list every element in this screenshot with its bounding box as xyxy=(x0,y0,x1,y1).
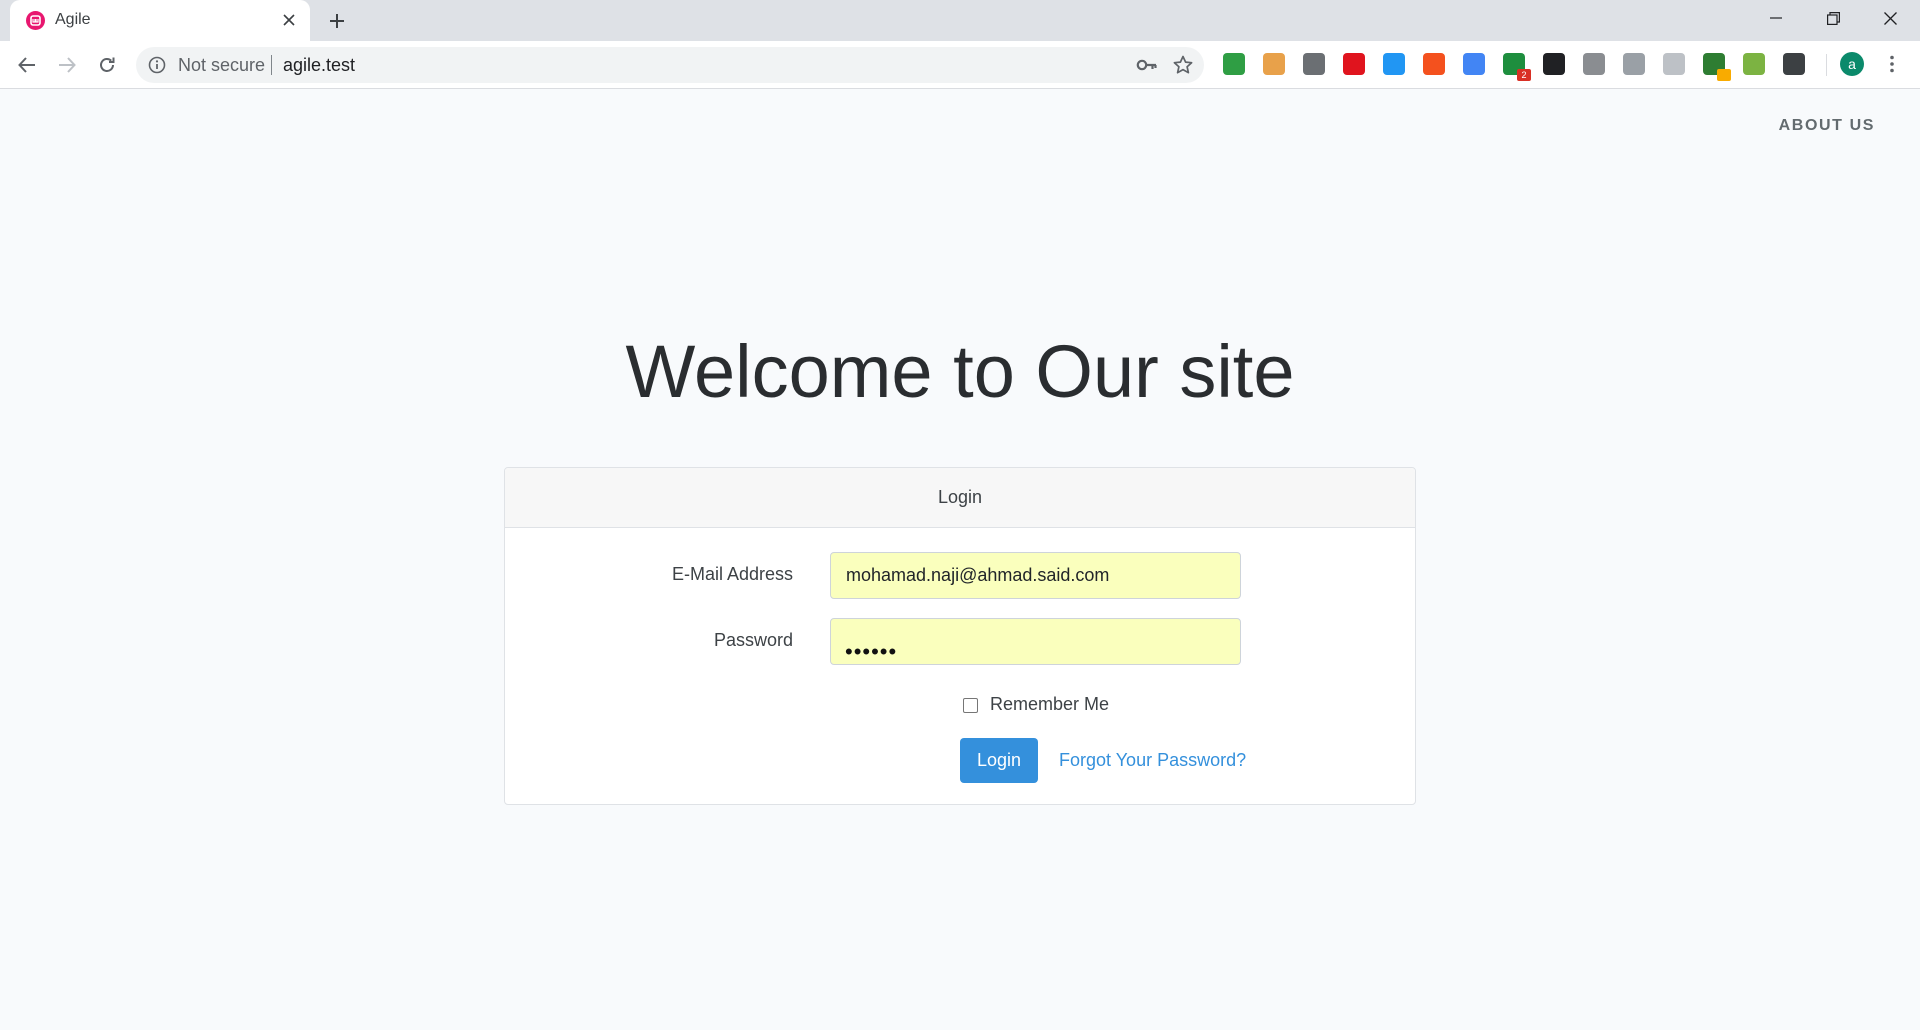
browser-tabstrip: Agile xyxy=(0,0,1920,41)
password-masked-value: •••••• xyxy=(845,639,898,664)
browser-menu-icon[interactable] xyxy=(1880,52,1904,76)
login-card-header: Login xyxy=(505,468,1415,528)
remember-me-label[interactable]: Remember Me xyxy=(990,694,1109,715)
info-icon[interactable] xyxy=(148,56,166,74)
browser-tab[interactable]: Agile xyxy=(10,0,310,41)
restore-icon[interactable] xyxy=(1805,0,1861,36)
translate-extension-icon[interactable] xyxy=(1463,53,1485,75)
site-favicon-icon xyxy=(26,11,45,30)
new-tab-icon[interactable] xyxy=(324,8,350,34)
globe-extension-icon[interactable] xyxy=(1223,53,1245,75)
about-us-link[interactable]: ABOUT US xyxy=(1779,117,1875,135)
address-divider xyxy=(271,55,272,75)
toolbar-divider xyxy=(1826,54,1827,76)
tab-title: Agile xyxy=(55,11,91,28)
close-window-icon[interactable] xyxy=(1862,0,1918,36)
login-card: Login E-Mail Address Password •••••• Rem… xyxy=(504,467,1416,805)
page-viewport: ABOUT US Welcome to Our site Login E-Mai… xyxy=(0,89,1920,1030)
stack-extension-icon[interactable] xyxy=(1783,53,1805,75)
bookmark-star-icon[interactable] xyxy=(1172,54,1194,76)
address-bar[interactable]: Not secure agile.test xyxy=(136,47,1204,83)
email-label: E-Mail Address xyxy=(671,564,793,584)
bolt-extension-icon[interactable] xyxy=(1623,53,1645,75)
earth-extension-icon[interactable] xyxy=(1703,53,1731,81)
drive-extension-icon[interactable] xyxy=(1663,53,1685,75)
v-extension-icon[interactable] xyxy=(1583,53,1605,75)
key-icon[interactable] xyxy=(1136,55,1158,75)
extension-badge xyxy=(1717,69,1731,81)
password-label: Password xyxy=(713,630,793,650)
email-field[interactable] xyxy=(830,552,1241,599)
branch-extension-icon[interactable] xyxy=(1743,53,1765,75)
url-text[interactable]: agile.test xyxy=(283,55,355,76)
page-title: Welcome to Our site xyxy=(625,330,1295,413)
hand-extension-icon[interactable] xyxy=(1423,53,1445,75)
window-extension-icon[interactable] xyxy=(1383,53,1405,75)
tab-close-icon[interactable] xyxy=(278,9,300,31)
back-arrow-icon[interactable] xyxy=(11,49,43,81)
profile-avatar[interactable]: a xyxy=(1840,52,1864,76)
ninja-extension-icon[interactable] xyxy=(1263,53,1285,75)
forgot-password-link[interactable]: Forgot Your Password? xyxy=(1059,750,1246,771)
login-button[interactable]: Login xyxy=(960,738,1038,783)
security-status-text[interactable]: Not secure xyxy=(178,55,265,76)
opera-extension-icon[interactable] xyxy=(1343,53,1365,75)
qr-code-extension-icon[interactable] xyxy=(1543,53,1565,75)
remember-me-checkbox[interactable] xyxy=(963,698,978,713)
forward-arrow-icon[interactable] xyxy=(51,49,83,81)
green-circle-extension-icon[interactable]: 2 xyxy=(1503,53,1531,81)
puzzle-extension-icon[interactable] xyxy=(1303,53,1325,75)
minimize-icon[interactable] xyxy=(1748,0,1804,36)
reload-icon[interactable] xyxy=(91,49,123,81)
extension-badge: 2 xyxy=(1517,69,1531,81)
